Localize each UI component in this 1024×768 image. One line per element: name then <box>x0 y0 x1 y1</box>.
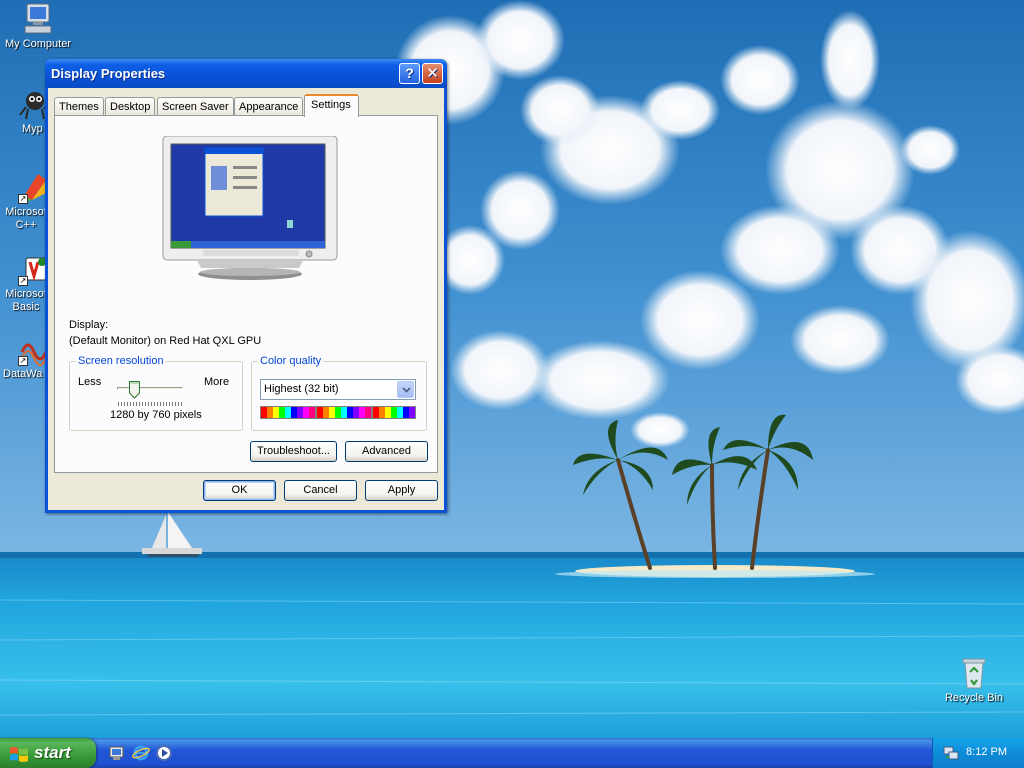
recycle-bin-icon <box>957 656 991 690</box>
desktop-icon-label: DataWa <box>3 368 43 380</box>
dropdown-button[interactable] <box>397 381 414 398</box>
tab-themes[interactable]: Themes <box>54 97 104 116</box>
taskbar: start 8:12 PM <box>0 738 1024 768</box>
quicklaunch-desktop[interactable] <box>108 744 126 762</box>
help-button[interactable]: ? <box>399 63 420 84</box>
desktop-icon-label: Recycle Bin <box>944 692 1004 704</box>
display-label: Display: <box>69 319 109 331</box>
monitor-preview <box>161 135 339 282</box>
media-player-icon <box>156 745 172 761</box>
dialog-client-area: Themes Desktop Screen Saver Appearance S… <box>48 88 444 510</box>
color-quality-select[interactable]: Highest (32 bit) <box>260 379 416 400</box>
tab-appearance[interactable]: Appearance <box>234 97 304 116</box>
desktop-icon-label: Myp <box>22 123 43 135</box>
help-icon: ? <box>405 65 414 81</box>
resolution-slider-thumb[interactable] <box>128 381 140 399</box>
resolution-value: 1280 by 760 pixels <box>110 409 202 421</box>
network-icon[interactable] <box>943 745 959 761</box>
advanced-button[interactable]: Advanced <box>345 441 428 462</box>
title-bar[interactable]: Display Properties ? ✕ <box>45 59 447 88</box>
chevron-down-icon <box>402 387 411 393</box>
desktop-icon-my-computer[interactable]: My Computer <box>0 2 76 51</box>
ie-icon <box>132 745 150 761</box>
quicklaunch-internet-explorer[interactable] <box>132 744 150 762</box>
show-desktop-icon <box>109 746 124 760</box>
shortcut-arrow-icon: ↗ <box>18 356 28 366</box>
screen-resolution-group: Screen resolution Less More 1280 by 760 … <box>69 355 243 431</box>
desktop-icon-label: My Computer <box>4 38 72 50</box>
close-icon: ✕ <box>426 65 439 82</box>
troubleshoot-button[interactable]: Troubleshoot... <box>250 441 337 462</box>
tab-settings[interactable]: Settings <box>304 94 359 117</box>
start-label: start <box>34 743 71 762</box>
display-value: (Default Monitor) on Red Hat QXL GPU <box>69 335 262 347</box>
display-properties-dialog: Display Properties ? ✕ Themes Desktop Sc… <box>45 59 447 513</box>
color-quality-group: Color quality Highest (32 bit) <box>251 355 427 431</box>
start-button[interactable]: start <box>0 738 96 768</box>
window-title: Display Properties <box>51 66 166 81</box>
resolution-less-label: Less <box>78 376 102 388</box>
cancel-button[interactable]: Cancel <box>284 480 357 501</box>
screen-resolution-legend: Screen resolution <box>78 355 164 367</box>
desktop-icon-recycle-bin[interactable]: Recycle Bin <box>936 656 1012 705</box>
clock[interactable]: 8:12 PM <box>966 746 1007 758</box>
shortcut-arrow-icon: ↗ <box>18 276 28 286</box>
system-tray: 8:12 PM <box>932 738 1024 768</box>
desktop-icon-datawave[interactable]: ↗ DataWa <box>0 332 50 381</box>
resolution-more-label: More <box>204 376 230 388</box>
computer-icon <box>21 2 55 36</box>
desktop-icon-myp[interactable]: Myp <box>0 87 51 136</box>
color-quality-legend: Color quality <box>260 355 322 367</box>
quicklaunch-media-player[interactable] <box>155 744 173 762</box>
tab-desktop[interactable]: Desktop <box>105 97 156 116</box>
ok-button[interactable]: OK <box>203 480 276 501</box>
resolution-slider-track[interactable] <box>117 387 183 390</box>
apply-button[interactable]: Apply <box>365 480 438 501</box>
color-spectrum-bar <box>260 406 416 419</box>
resolution-slider-ticks <box>118 402 182 406</box>
color-quality-value: Highest (32 bit) <box>264 383 339 395</box>
tab-screen-saver[interactable]: Screen Saver <box>157 97 234 116</box>
settings-tab-page: Display: (Default Monitor) on Red Hat QX… <box>54 115 438 473</box>
windows-flag-icon <box>10 747 28 762</box>
close-button[interactable]: ✕ <box>422 63 443 84</box>
shortcut-arrow-icon: ↗ <box>18 194 28 204</box>
